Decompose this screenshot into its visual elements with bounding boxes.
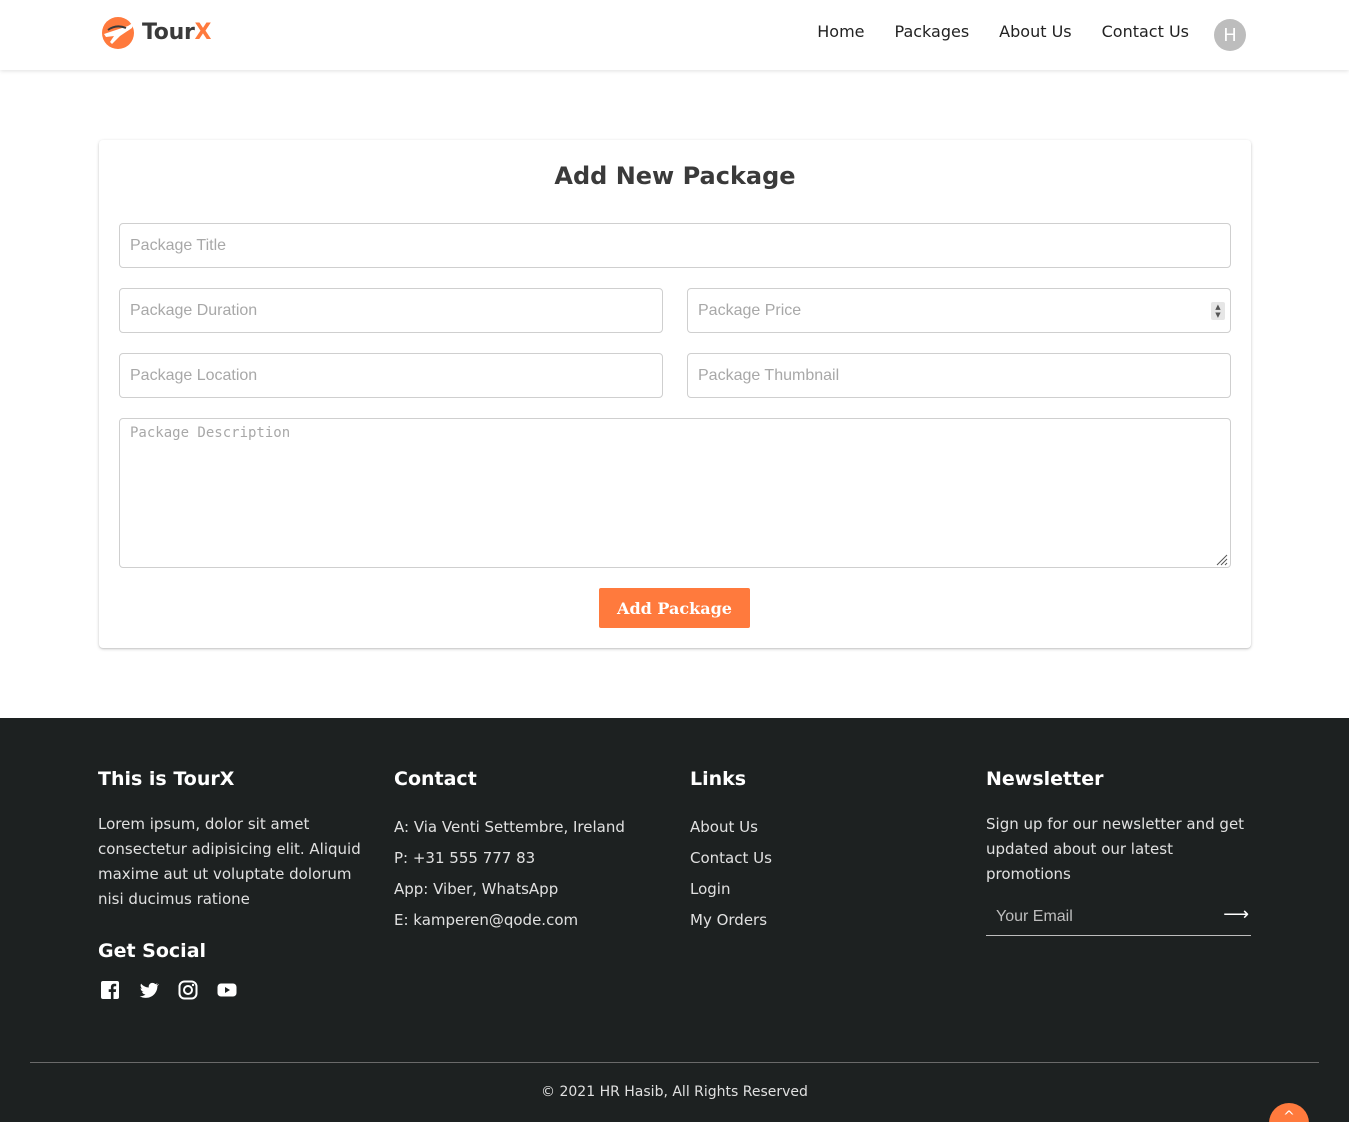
arrow-right-icon[interactable]: ⟶ bbox=[1223, 904, 1249, 925]
nav-contact-us[interactable]: Contact Us bbox=[1102, 22, 1189, 41]
contact-address: A: Via Venti Settembre, Ireland bbox=[394, 818, 625, 836]
footer-about-text: Lorem ipsum, dolor sit amet consectetur … bbox=[98, 815, 361, 908]
page-title: Add New Package bbox=[554, 162, 796, 190]
footer-newsletter-heading: Newsletter bbox=[986, 768, 1104, 790]
resize-grip-icon[interactable] bbox=[1214, 552, 1228, 566]
youtube-icon[interactable] bbox=[217, 980, 237, 1000]
brand-name: Tour bbox=[142, 19, 195, 45]
package-duration-input[interactable] bbox=[119, 288, 663, 333]
add-package-button[interactable]: Add Package bbox=[599, 588, 750, 628]
copyright-text: © 2021 HR Hasib, All Rights Reserved bbox=[541, 1084, 808, 1100]
logo-plane-icon bbox=[102, 17, 134, 49]
contact-apps: App: Viber, WhatsApp bbox=[394, 880, 559, 898]
package-price-input[interactable] bbox=[687, 288, 1231, 333]
newsletter-form: ⟶ bbox=[986, 900, 1251, 936]
chevron-up-icon: ^ bbox=[1283, 1109, 1295, 1122]
nav-home[interactable]: Home bbox=[817, 22, 864, 41]
site-footer: This is TourX Lorem ipsum, dolor sit ame… bbox=[0, 718, 1349, 1122]
package-thumbnail-input[interactable] bbox=[687, 353, 1231, 398]
add-package-card: Add New Package ▲ ▼ Add Package bbox=[99, 140, 1251, 648]
price-spinner[interactable]: ▲ ▼ bbox=[1211, 302, 1225, 320]
footer-links: Links About Us Contact Us Login My Order… bbox=[690, 768, 960, 936]
contact-email[interactable]: E: kamperen@qode.com bbox=[394, 905, 664, 936]
footer-contact: Contact A: Via Venti Settembre, Ireland … bbox=[394, 768, 664, 936]
package-description-textarea[interactable] bbox=[119, 418, 1231, 568]
footer-link-contact-us[interactable]: Contact Us bbox=[690, 843, 960, 874]
chevron-down-icon[interactable]: ▼ bbox=[1215, 311, 1220, 319]
footer-links-heading: Links bbox=[690, 768, 747, 790]
footer-link-my-orders[interactable]: My Orders bbox=[690, 905, 960, 936]
instagram-icon[interactable] bbox=[178, 980, 198, 1000]
social-heading: Get Social bbox=[98, 940, 207, 962]
contact-phone: P: +31 555 777 83 bbox=[394, 849, 536, 867]
footer-about-heading: This is TourX bbox=[98, 768, 235, 790]
brand-logo[interactable]: TourX bbox=[98, 14, 211, 50]
package-location-input[interactable] bbox=[119, 353, 663, 398]
footer-about: This is TourX Lorem ipsum, dolor sit ame… bbox=[98, 768, 368, 912]
nav-packages[interactable]: Packages bbox=[895, 22, 970, 41]
footer-link-login[interactable]: Login bbox=[690, 874, 960, 905]
chevron-up-icon[interactable]: ▲ bbox=[1215, 303, 1220, 311]
footer-newsletter: Newsletter Sign up for our newsletter an… bbox=[986, 768, 1251, 936]
package-title-input[interactable] bbox=[119, 223, 1231, 268]
footer-divider bbox=[30, 1062, 1319, 1063]
nav-about-us[interactable]: About Us bbox=[999, 22, 1071, 41]
scroll-to-top-button[interactable]: ^ bbox=[1269, 1103, 1309, 1122]
footer-newsletter-text: Sign up for our newsletter and get updat… bbox=[986, 815, 1245, 883]
brand-name-accent: X bbox=[194, 19, 212, 45]
footer-contact-heading: Contact bbox=[394, 768, 477, 790]
footer-link-about-us[interactable]: About Us bbox=[690, 812, 960, 843]
facebook-icon[interactable] bbox=[100, 980, 120, 1000]
social-links bbox=[100, 980, 237, 1000]
site-header: TourX Home Packages About Us Contact Us … bbox=[0, 0, 1349, 70]
user-avatar[interactable]: H bbox=[1214, 19, 1246, 51]
newsletter-email-input[interactable] bbox=[986, 900, 1216, 934]
twitter-icon[interactable] bbox=[139, 980, 160, 1000]
main-nav: Home Packages About Us Contact Us bbox=[817, 22, 1189, 41]
